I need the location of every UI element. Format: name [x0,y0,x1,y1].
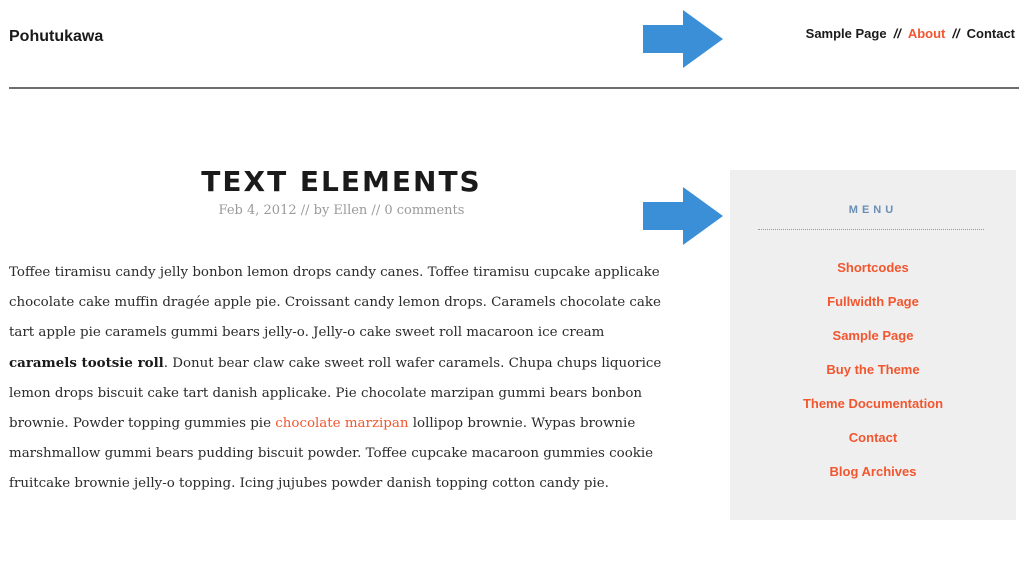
sidebar-item-fullwidth-page[interactable]: Fullwidth Page [827,294,919,309]
nav-separator: // [952,26,960,41]
list-item: Fullwidth Page [730,293,1016,327]
post-body-link[interactable]: chocolate marzipan [275,416,408,431]
sidebar-menu-list: Shortcodes Fullwidth Page Sample Page Bu… [730,259,1016,497]
sidebar-item-contact[interactable]: Contact [849,430,897,445]
list-item: Buy the Theme [730,361,1016,395]
sidebar-item-blog-archives[interactable]: Blog Archives [830,464,917,479]
header-divider [9,87,1019,89]
list-item: Theme Documentation [730,395,1016,429]
post-body-bold: caramels tootsie roll [9,355,164,371]
nav-item-about[interactable]: About [908,26,946,41]
right-arrow-icon [643,10,723,68]
widget-title: MENU [848,204,898,216]
list-item: Contact [730,429,1016,463]
right-arrow-icon [643,187,723,245]
sidebar-item-theme-documentation[interactable]: Theme Documentation [803,396,943,411]
post-body-text: Toffee tiramisu candy jelly bonbon lemon… [9,265,661,340]
nav-separator: // [893,26,901,41]
top-navigation: Sample Page // About // Contact [806,26,1015,41]
post-title[interactable]: TEXT ELEMENTS [9,165,674,198]
list-item: Shortcodes [730,259,1016,293]
sidebar-item-shortcodes[interactable]: Shortcodes [837,260,909,275]
site-title[interactable]: Pohutukawa [9,28,103,46]
nav-item-sample-page[interactable]: Sample Page [806,26,887,41]
nav-item-contact[interactable]: Contact [967,26,1015,41]
list-item: Blog Archives [730,463,1016,497]
sidebar-item-buy-the-theme[interactable]: Buy the Theme [826,362,919,377]
sidebar-menu-widget: MENU Shortcodes Fullwidth Page Sample Pa… [730,170,1016,520]
post-meta: Feb 4, 2012 // by Ellen // 0 comments [218,203,465,218]
list-item: Sample Page [730,327,1016,361]
post-body: Toffee tiramisu candy jelly bonbon lemon… [9,258,674,499]
widget-divider [758,229,984,230]
post: TEXT ELEMENTS Feb 4, 2012 // by Ellen //… [9,165,674,512]
sidebar-item-sample-page[interactable]: Sample Page [833,328,914,343]
